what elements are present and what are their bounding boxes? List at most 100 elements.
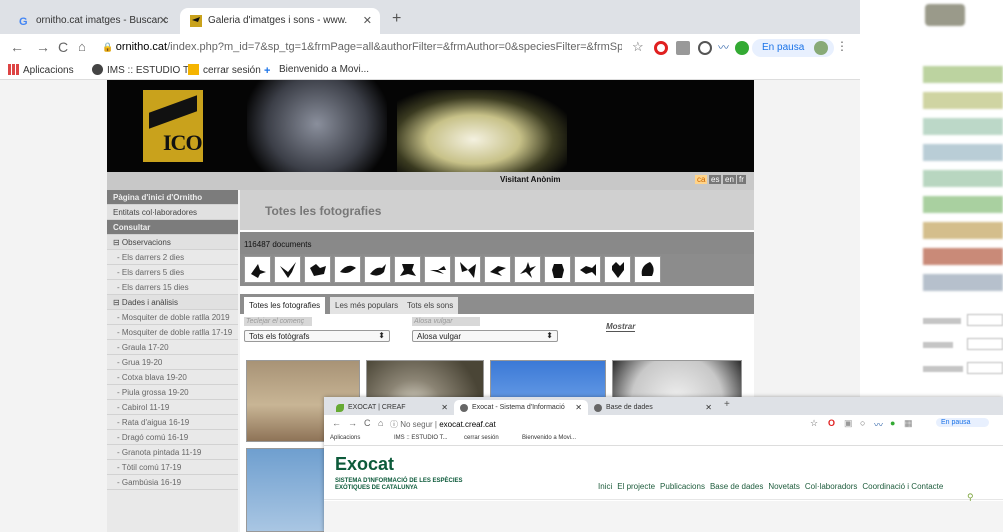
close-tab-icon[interactable]: ✕ [159,14,168,27]
tab-galeria[interactable]: Galeria d'imatges i sons - www. ✕ [180,8,380,34]
tab-exocat-creaf[interactable]: EXOCAT | CREAF ✕ [330,400,454,415]
species-group-button[interactable] [304,256,331,283]
nav-item[interactable]: Novetats [768,482,800,491]
back-button[interactable]: ← [332,418,341,428]
home-button[interactable]: ⌂ [378,418,383,428]
nav-item[interactable]: Coordinació i Contacte [862,482,943,491]
tab-exocat-sistema[interactable]: Exocat - Sistema d'Informació ✕ [454,400,588,415]
extension-green-icon[interactable]: ● [890,418,895,428]
opera-extension-icon[interactable] [654,41,668,55]
forward-button[interactable]: → [36,39,50,55]
ico-logo[interactable]: ICO [143,90,203,162]
exocat-logo[interactable]: Exocat [335,454,394,475]
bookmark-apps[interactable]: Aplicacions [330,435,360,441]
species-group-button[interactable] [244,256,271,283]
opera-extension-icon[interactable]: O [828,418,835,428]
lang-en[interactable]: en [723,175,736,184]
tab-all-photos[interactable]: Totes les fotografies [244,297,326,314]
extension-circle-icon[interactable] [698,41,712,55]
profile-pause-button[interactable]: En pausa [752,39,835,57]
new-tab-button[interactable]: + [724,399,730,410]
author-select[interactable]: Tots els fotògrafs ⬍ [244,330,390,342]
author-search-input[interactable]: Teclejar el començ [244,317,312,326]
address-bar[interactable]: 🔒 ornitho.cat/index.php?m_id=7&sp_tg=1&f… [92,38,622,58]
species-select[interactable]: Alosa vulgar ⬍ [412,330,558,342]
species-group-button[interactable] [274,256,301,283]
species-group-button[interactable] [364,256,391,283]
species-group-button[interactable] [424,256,451,283]
species-group-button[interactable] [574,256,601,283]
nav-item[interactable]: Col·laboradors [805,482,857,491]
bookmark-bienvenido[interactable]: + Bienvenido a Movi... [264,64,369,77]
sidebar-item[interactable]: - Cabirol 11-19 [107,400,238,415]
sidebar-item[interactable]: - Els darrers 5 dies [107,265,238,280]
tab-all-sounds[interactable]: Tots els sons [402,297,459,314]
nav-item[interactable]: Inici [598,482,612,491]
reload-button[interactable]: C [58,39,68,55]
sidebar-item[interactable]: - Els darrers 2 dies [107,250,238,265]
sidebar-item[interactable]: - Mosquiter de doble ratlla 17-19 [107,325,238,340]
bookmark-apps[interactable]: Aplicacions [8,64,74,76]
sidebar-item[interactable]: - Tòtil comú 17-19 [107,460,238,475]
extension-green-icon[interactable] [735,41,749,55]
species-search-input[interactable]: Alosa vulgar [412,317,480,326]
new-tab-button[interactable]: + [392,10,401,28]
species-group-button[interactable] [394,256,421,283]
sidebar-item[interactable]: ⊟ Dades i anàlisis [107,295,238,310]
forward-button[interactable]: → [348,418,357,428]
species-group-button[interactable] [544,256,571,283]
bookmark-ims[interactable]: IMS :: ESTUDIO T... [394,435,448,441]
species-group-button[interactable] [454,256,481,283]
lang-fr[interactable]: fr [737,175,746,184]
show-button[interactable]: Mostrar [606,322,636,332]
close-tab-icon[interactable]: ✕ [575,403,582,412]
bookmark-cerrar[interactable]: cerrar sesión [188,64,261,76]
extension-icon[interactable] [676,41,690,55]
extension-square-icon[interactable]: ▦ [904,418,913,429]
sidebar-item[interactable]: - Piula grossa 19-20 [107,385,238,400]
close-tab-icon[interactable]: ✕ [441,403,448,412]
back-button[interactable]: ← [10,39,24,55]
address-bar[interactable]: ⓘ No segur | exocat.creaf.cat [390,419,496,430]
bookmark-bienvenido[interactable]: Bienvenido a Movi... [522,435,576,441]
sidebar-item[interactable]: - Rata d'aigua 16-19 [107,415,238,430]
bookmark-ims[interactable]: IMS :: ESTUDIO T... [92,64,196,76]
profile-pause-button[interactable]: En pausa [936,418,989,427]
tab-google-search[interactable]: G ornitho.cat imatges - Buscar c ✕ [8,8,176,34]
species-group-button[interactable] [634,256,661,283]
species-group-button[interactable] [484,256,511,283]
extension-circle-icon[interactable]: ○ [860,418,865,428]
sidebar-item[interactable]: - Grua 19-20 [107,355,238,370]
sidebar-item[interactable]: Entitats col·laboradores [107,205,238,220]
sidebar-item[interactable]: - Mosquiter de doble ratlla 2019 [107,310,238,325]
nav-item[interactable]: Base de dades [710,482,763,491]
tab-most-popular[interactable]: Les més populars [330,297,404,314]
sidebar-item[interactable]: - Granota pintada 11-19 [107,445,238,460]
lang-es[interactable]: es [709,175,722,184]
species-group-button[interactable] [334,256,361,283]
extension-wave-icon[interactable]: 〰 [718,39,729,55]
close-tab-icon[interactable]: ✕ [363,14,372,27]
nav-item[interactable]: El projecte [617,482,655,491]
reload-button[interactable]: C [364,418,371,428]
sidebar-item[interactable]: - Graula 17-20 [107,340,238,355]
home-button[interactable]: ⌂ [78,39,86,54]
sidebar-item[interactable]: ⊟ Observacions [107,235,238,250]
sidebar-item[interactable]: - Gambúsia 16-19 [107,475,238,490]
sidebar-item[interactable]: Pàgina d'inici d'Ornitho [107,190,238,205]
lang-ca[interactable]: ca [695,175,708,184]
close-tab-icon[interactable]: ✕ [705,403,712,412]
extension-wave-icon[interactable]: 〰 [874,418,883,431]
species-group-button[interactable] [514,256,541,283]
bookmark-star-icon[interactable]: ☆ [632,39,644,55]
bookmark-star-icon[interactable]: ☆ [810,418,818,429]
bookmark-cerrar[interactable]: cerrar sesión [464,435,499,441]
menu-kebab-icon[interactable]: ⋮ [836,39,848,53]
sidebar-item[interactable]: - Dragó comú 16-19 [107,430,238,445]
extension-icon[interactable]: ▣ [844,418,853,429]
nav-item[interactable]: Publicacions [660,482,705,491]
sidebar-item[interactable]: - Els darrers 15 dies [107,280,238,295]
species-group-button[interactable] [604,256,631,283]
sidebar-item[interactable]: Consultar [107,220,238,235]
tab-base-de-dades[interactable]: Base de dades ✕ [588,400,718,415]
